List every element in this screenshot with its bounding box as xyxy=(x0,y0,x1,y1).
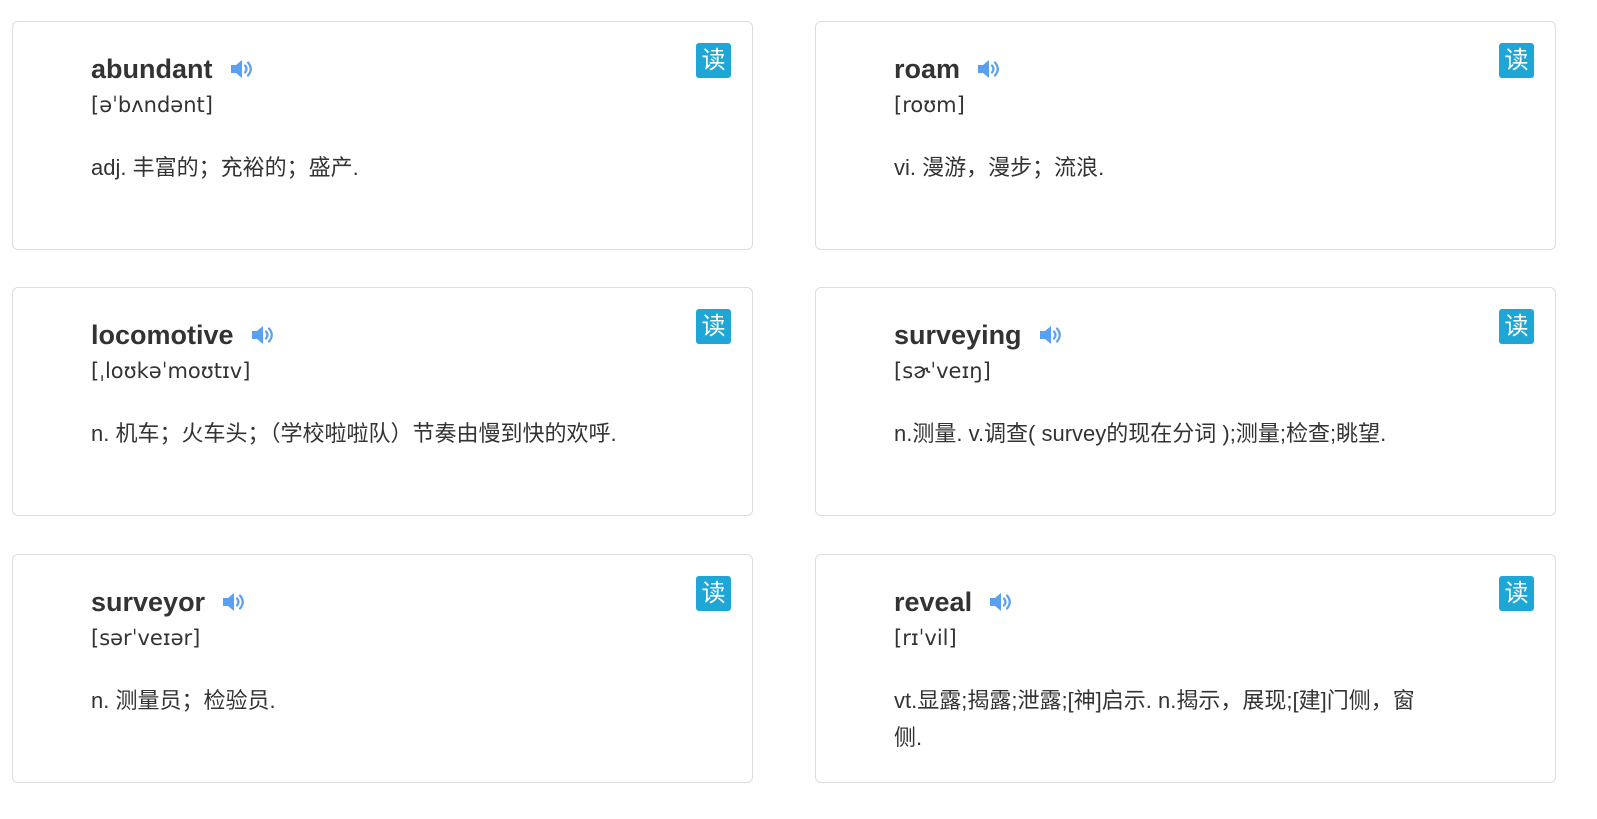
read-button[interactable]: 读 xyxy=(696,309,731,344)
word-card-grid: abundant [əˈbʌndənt] adj. 丰富的；充裕的；盛产. 读 … xyxy=(0,0,1597,819)
word-card: locomotive [ˌloʊkəˈmoʊtɪv] n. 机车；火车头；（学校… xyxy=(12,287,753,516)
speaker-icon[interactable] xyxy=(988,590,1016,614)
definition: n.测量. v.调查( survey的现在分词 );测量;检查;眺望. xyxy=(894,421,1387,446)
phonetic: [əˈbʌndənt] xyxy=(91,93,213,117)
definition: vi. 漫游，漫步；流浪. xyxy=(894,155,1105,180)
definition: n. 机车；火车头；（学校啦啦队）节奏由慢到快的欢呼. xyxy=(91,421,617,446)
read-button[interactable]: 读 xyxy=(696,43,731,78)
word-title: surveyor xyxy=(91,587,206,617)
speaker-icon[interactable] xyxy=(976,57,1004,81)
word-header: reveal xyxy=(894,585,1016,619)
word-card: abundant [əˈbʌndənt] adj. 丰富的；充裕的；盛产. 读 xyxy=(12,21,753,250)
word-card: surveyor [sərˈveɪər] n. 测量员；检验员. 读 xyxy=(12,554,753,783)
word-title: roam xyxy=(894,54,961,84)
word-card: surveying [sɚˈveɪŋ] n.测量. v.调查( survey的现… xyxy=(815,287,1556,516)
phonetic: [ˌloʊkəˈmoʊtɪv] xyxy=(91,359,251,383)
word-title: surveying xyxy=(894,320,1022,350)
definition: vt.显露;揭露;泄露;[神]启示. n.揭示，展现;[建]门侧，窗侧. xyxy=(894,688,1415,750)
word-header: abundant xyxy=(91,52,257,86)
speaker-icon[interactable] xyxy=(1038,323,1066,347)
word-card: roam [roʊm] vi. 漫游，漫步；流浪. 读 xyxy=(815,21,1556,250)
speaker-icon[interactable] xyxy=(250,323,278,347)
phonetic: [roʊm] xyxy=(894,93,965,117)
speaker-icon[interactable] xyxy=(221,590,249,614)
phonetic: [sɚˈveɪŋ] xyxy=(894,359,991,383)
read-button[interactable]: 读 xyxy=(1499,576,1534,611)
word-header: locomotive xyxy=(91,318,278,352)
word-title: abundant xyxy=(91,54,213,84)
phonetic: [rɪˈvil] xyxy=(894,626,957,650)
word-header: surveyor xyxy=(91,585,249,619)
phonetic: [sərˈveɪər] xyxy=(91,626,201,650)
read-button[interactable]: 读 xyxy=(696,576,731,611)
word-title: reveal xyxy=(894,587,973,617)
word-header: roam xyxy=(894,52,1004,86)
speaker-icon[interactable] xyxy=(229,57,257,81)
read-button[interactable]: 读 xyxy=(1499,43,1534,78)
word-title: locomotive xyxy=(91,320,234,350)
read-button[interactable]: 读 xyxy=(1499,309,1534,344)
definition: adj. 丰富的；充裕的；盛产. xyxy=(91,155,359,180)
word-card: reveal [rɪˈvil] vt.显露;揭露;泄露;[神]启示. n.揭示，… xyxy=(815,554,1556,783)
word-header: surveying xyxy=(894,318,1066,352)
definition: n. 测量员；检验员. xyxy=(91,688,276,713)
